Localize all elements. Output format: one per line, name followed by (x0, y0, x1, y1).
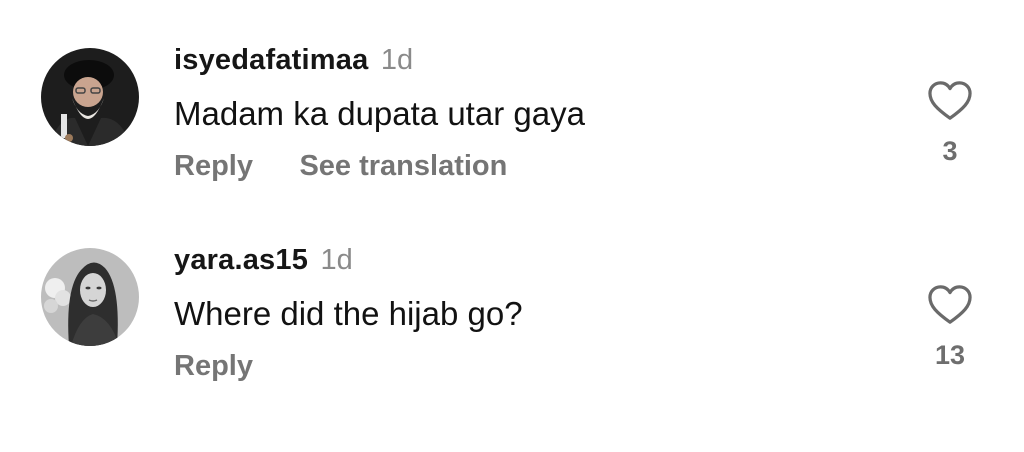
like-control: 13 (920, 284, 980, 370)
timestamp: 1d (320, 244, 353, 276)
reply-button[interactable]: Reply (174, 150, 253, 182)
comment-body: yara.as15 1d Where did the hijab go? Rep… (174, 240, 874, 388)
like-control: 3 (920, 80, 980, 166)
username[interactable]: yara.as15 (174, 244, 308, 276)
woman-portrait-avatar-icon (41, 248, 139, 346)
comment-item: yara.as15 1d Where did the hijab go? Rep… (0, 240, 1024, 410)
comment-meta: isyedafatimaa 1d (174, 40, 874, 80)
comment-item: isyedafatimaa 1d Madam ka dupata utar ga… (0, 40, 1024, 200)
heart-icon[interactable] (927, 284, 973, 326)
like-count: 3 (942, 136, 958, 166)
comment-meta: yara.as15 1d (174, 240, 874, 280)
heart-icon[interactable] (927, 80, 973, 122)
comment-text: Where did the hijab go? (174, 295, 523, 332)
comment-actions: Reply See translation (174, 144, 874, 188)
username[interactable]: isyedafatimaa (174, 44, 368, 76)
timestamp: 1d (380, 44, 414, 76)
comment-text: Madam ka dupata utar gaya (174, 95, 585, 132)
user-avatar[interactable] (41, 248, 139, 346)
reply-button[interactable]: Reply (174, 350, 253, 382)
like-count: 13 (934, 340, 966, 370)
elderly-man-avatar-icon (41, 48, 139, 146)
comment-body: isyedafatimaa 1d Madam ka dupata utar ga… (174, 40, 874, 188)
user-avatar[interactable] (41, 48, 139, 146)
comment-actions: Reply (174, 344, 874, 388)
see-translation-button[interactable]: See translation (299, 150, 507, 182)
